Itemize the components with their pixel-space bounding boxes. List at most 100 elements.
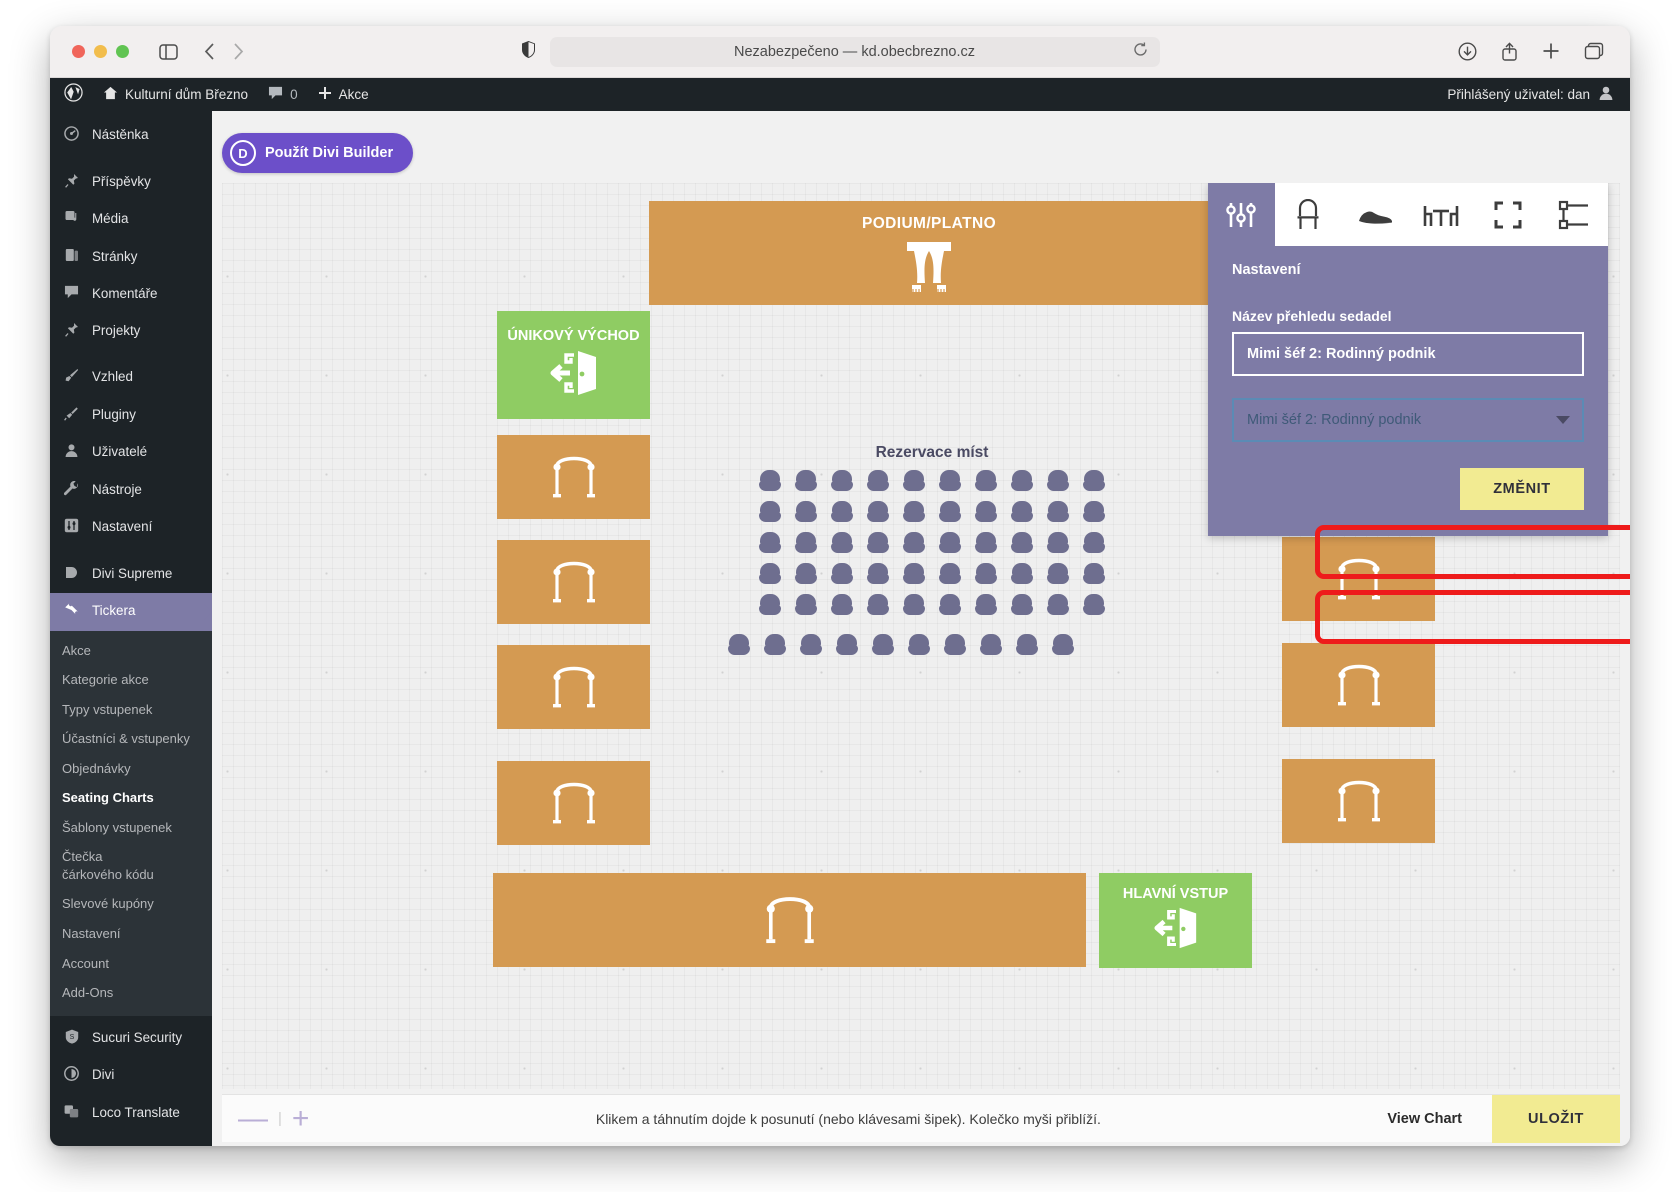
seat[interactable]	[980, 634, 1002, 656]
submenu-item-add-ons[interactable]: Add-Ons	[50, 978, 212, 1008]
seat-group[interactable]: Rezervace míst	[752, 470, 1112, 665]
seat[interactable]	[1011, 470, 1033, 492]
submenu-item-account[interactable]: Account	[50, 949, 212, 979]
barrier-object[interactable]	[1282, 537, 1435, 621]
seat[interactable]	[939, 501, 961, 523]
seat-row[interactable]	[752, 532, 1112, 563]
seat[interactable]	[867, 532, 889, 554]
seat[interactable]	[939, 563, 961, 585]
seat[interactable]	[759, 532, 781, 554]
download-icon[interactable]	[1458, 42, 1477, 61]
sidebar-item-nastroje[interactable]: Nástroje	[50, 472, 212, 510]
seat[interactable]	[944, 634, 966, 656]
sidebar-item-divi-supreme[interactable]: Divi Supreme	[50, 556, 212, 594]
sidebar-item-vzhled[interactable]: Vzhled	[50, 359, 212, 397]
seat[interactable]	[867, 563, 889, 585]
sidebar-item-sucuri-security[interactable]: S Sucuri Security	[50, 1020, 212, 1058]
seat[interactable]	[939, 470, 961, 492]
seat[interactable]	[1047, 501, 1069, 523]
change-button[interactable]: ZMĚNIT	[1460, 468, 1584, 510]
barrier-object[interactable]	[493, 873, 1086, 967]
seat[interactable]	[1047, 532, 1069, 554]
seat[interactable]	[831, 470, 853, 492]
submenu-item-ctecka-carkoveho-kodu[interactable]: Čtečka čárkového kódu	[50, 842, 170, 889]
seat[interactable]	[759, 501, 781, 523]
wp-logo-menu[interactable]	[50, 78, 93, 111]
seat[interactable]	[728, 634, 750, 656]
url-input[interactable]: Nezabezpečeno — kd.obecbrezno.cz	[550, 37, 1160, 67]
sidebar-item-nastaveni[interactable]: Nastavení	[50, 509, 212, 547]
seat[interactable]	[903, 563, 925, 585]
barrier-object[interactable]	[1282, 643, 1435, 727]
zoom-controls[interactable]: — | +	[222, 1104, 309, 1134]
tab-settings[interactable]	[1208, 183, 1275, 246]
sidebar-toggle-icon[interactable]	[159, 44, 178, 60]
seat[interactable]	[759, 470, 781, 492]
reload-icon[interactable]	[1133, 42, 1148, 62]
seat[interactable]	[867, 470, 889, 492]
seat[interactable]	[800, 634, 822, 656]
seat[interactable]	[975, 594, 997, 616]
seat-row[interactable]	[752, 563, 1112, 594]
chart-select[interactable]: Mimi šéf 2: Rodinný podnik	[1232, 398, 1584, 442]
seat[interactable]	[795, 470, 817, 492]
new-content-menu[interactable]: Akce	[308, 78, 379, 111]
sidebar-item-tickera[interactable]: Tickera	[50, 593, 212, 631]
seat[interactable]	[1047, 594, 1069, 616]
account-menu[interactable]: Přihlášený uživatel: dan	[1447, 85, 1630, 104]
seat[interactable]	[1083, 594, 1105, 616]
view-chart-link[interactable]: View Chart	[1387, 1111, 1492, 1127]
save-button[interactable]: ULOŽIT	[1492, 1095, 1620, 1143]
seat[interactable]	[872, 634, 894, 656]
tab-crop[interactable]	[1475, 183, 1542, 246]
seat[interactable]	[795, 532, 817, 554]
seat-row[interactable]	[721, 634, 1112, 665]
barrier-object[interactable]	[1282, 759, 1435, 843]
seat[interactable]	[903, 532, 925, 554]
seat[interactable]	[1083, 470, 1105, 492]
seat[interactable]	[1083, 563, 1105, 585]
seat[interactable]	[836, 634, 858, 656]
submenu-item-objednavky[interactable]: Objednávky	[50, 754, 212, 784]
minimize-window-button[interactable]	[94, 45, 107, 58]
zoom-out-button[interactable]: —	[238, 1104, 268, 1134]
sidebar-item-projekty[interactable]: Projekty	[50, 313, 212, 351]
barrier-object[interactable]	[497, 645, 650, 729]
seat[interactable]	[903, 501, 925, 523]
seat[interactable]	[831, 532, 853, 554]
sidebar-item-divi[interactable]: Divi	[50, 1057, 212, 1095]
seat[interactable]	[1047, 470, 1069, 492]
sidebar-item-loco-translate[interactable]: Loco Translate	[50, 1095, 212, 1133]
seat-row[interactable]	[752, 470, 1112, 501]
seat-row[interactable]	[752, 594, 1112, 625]
share-icon[interactable]	[1501, 42, 1518, 61]
browser-actions[interactable]	[1458, 42, 1604, 61]
seat[interactable]	[831, 501, 853, 523]
sidebar-item-komentare[interactable]: Komentáře	[50, 276, 212, 313]
chart-name-input[interactable]	[1232, 332, 1584, 376]
seat[interactable]	[1011, 594, 1033, 616]
seat[interactable]	[939, 594, 961, 616]
sidebar-item-pluginy[interactable]: Pluginy	[50, 397, 212, 435]
seat[interactable]	[831, 563, 853, 585]
seat[interactable]	[939, 532, 961, 554]
submenu-item-seating-charts[interactable]: Seating Charts	[50, 783, 212, 813]
sidebar-item-nastenka[interactable]: Nástěnka	[50, 117, 212, 155]
maximize-window-button[interactable]	[116, 45, 129, 58]
seat[interactable]	[975, 532, 997, 554]
seat[interactable]	[867, 594, 889, 616]
barrier-object[interactable]	[497, 540, 650, 624]
seat[interactable]	[975, 501, 997, 523]
seat[interactable]	[795, 594, 817, 616]
seat[interactable]	[1052, 634, 1074, 656]
barrier-object[interactable]	[497, 761, 650, 845]
close-window-button[interactable]	[72, 45, 85, 58]
main-entrance-object[interactable]: HLAVNÍ VSTUP	[1099, 873, 1252, 968]
sidebar-item-stranky[interactable]: Stránky	[50, 239, 212, 277]
submenu-item-kategorie-akce[interactable]: Kategorie akce	[50, 665, 212, 695]
seat[interactable]	[1047, 563, 1069, 585]
seat[interactable]	[1011, 501, 1033, 523]
tab-overview-icon[interactable]	[1584, 42, 1604, 60]
seat[interactable]	[867, 501, 889, 523]
use-divi-builder-button[interactable]: D Použít Divi Builder	[222, 133, 413, 173]
